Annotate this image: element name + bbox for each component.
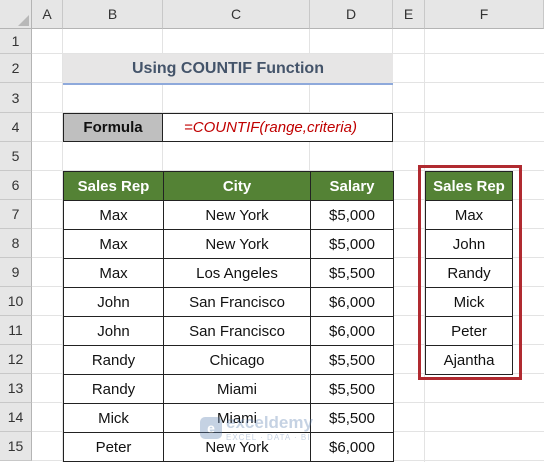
table-cell[interactable]: Mick [63, 403, 164, 433]
table-cell[interactable]: $5,500 [310, 345, 394, 375]
table-cell[interactable]: $5,500 [310, 374, 394, 404]
table-cell[interactable]: San Francisco [163, 287, 311, 317]
column-header-e[interactable]: E [393, 0, 425, 29]
column-header-b[interactable]: B [63, 0, 163, 29]
row-header-7[interactable]: 7 [0, 200, 32, 229]
row-header-1[interactable]: 1 [0, 29, 32, 54]
table-cell[interactable]: San Francisco [163, 316, 311, 346]
table-cell[interactable]: John [63, 287, 164, 317]
watermark-tagline: EXCEL · DATA · BI [226, 433, 311, 442]
table-cell[interactable]: Max [63, 200, 164, 230]
table-cell[interactable]: New York [163, 200, 311, 230]
table-cell[interactable]: Randy [63, 345, 164, 375]
row-header-9[interactable]: 9 [0, 258, 32, 287]
row-header-2[interactable]: 2 [0, 54, 32, 83]
row-header-14[interactable]: 14 [0, 403, 32, 432]
row-header-13[interactable]: 13 [0, 374, 32, 403]
column-header-f[interactable]: F [425, 0, 544, 29]
table-cell[interactable]: Randy [63, 374, 164, 404]
table-header-cell[interactable]: Sales Rep [63, 171, 164, 201]
sheet-title[interactable]: Using COUNTIF Function [63, 54, 393, 85]
table-cell[interactable]: Chicago [163, 345, 311, 375]
table-cell[interactable]: Los Angeles [163, 258, 311, 288]
formula-label-cell[interactable]: Formula [63, 113, 163, 142]
row-header-11[interactable]: 11 [0, 316, 32, 345]
select-all-triangle-icon [18, 15, 29, 26]
row-header-8[interactable]: 8 [0, 229, 32, 258]
row-header-10[interactable]: 10 [0, 287, 32, 316]
select-all-corner[interactable] [0, 0, 32, 29]
table-cell[interactable]: $5,000 [310, 200, 394, 230]
row-header-3[interactable]: 3 [0, 83, 32, 113]
table-header-cell[interactable]: City [163, 171, 311, 201]
table-cell[interactable]: $5,500 [310, 403, 394, 433]
highlight-border [418, 165, 522, 380]
watermark-logo-icon: e [200, 416, 222, 439]
row-header-5[interactable]: 5 [0, 142, 32, 171]
table-cell[interactable]: New York [163, 229, 311, 259]
column-header-c[interactable]: C [163, 0, 310, 29]
row-header-12[interactable]: 12 [0, 345, 32, 374]
table-cell[interactable]: $5,000 [310, 229, 394, 259]
spreadsheet: ABCDEF 1 2 3 4 5 6 7 8 9 10 11 12 13 14 15 Using COUNT… [0, 0, 544, 462]
row-header-6[interactable]: 6 [0, 171, 32, 200]
table-cell[interactable]: $5,500 [310, 258, 394, 288]
table-cell[interactable]: Miami [163, 374, 311, 404]
table-cell[interactable]: Peter [63, 432, 164, 462]
formula-value-cell[interactable]: =COUNTIF(range,criteria) [162, 113, 393, 142]
row-header-4[interactable]: 4 [0, 113, 32, 142]
column-header-d[interactable]: D [310, 0, 393, 29]
watermark-name: exceldemy [226, 413, 313, 432]
table-cell[interactable]: $6,000 [310, 432, 394, 462]
table-cell[interactable]: $6,000 [310, 316, 394, 346]
table-cell[interactable]: $6,000 [310, 287, 394, 317]
watermark: e exceldemy EXCEL · DATA · BI [200, 413, 313, 442]
table-cell[interactable]: John [63, 316, 164, 346]
table-cell[interactable]: Max [63, 258, 164, 288]
row-header-15[interactable]: 15 [0, 432, 32, 461]
table-header-cell[interactable]: Salary [310, 171, 394, 201]
table-cell[interactable]: Max [63, 229, 164, 259]
watermark-text: exceldemy EXCEL · DATA · BI [226, 413, 313, 442]
column-header-a[interactable]: A [32, 0, 63, 29]
